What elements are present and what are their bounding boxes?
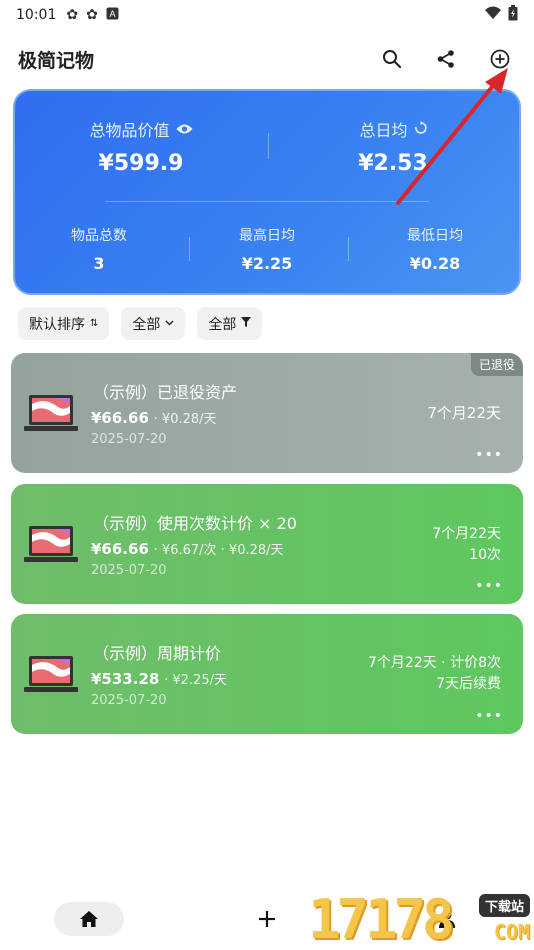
laptop-icon	[24, 395, 78, 431]
divider	[348, 237, 349, 261]
item-card[interactable]: （示例）周期计价 ¥533.28 · ¥2.25/天 2025-07-20 7个…	[11, 614, 523, 734]
app-bar: 极简记物	[0, 36, 534, 82]
filter-bar: 默认排序 ⇅ 全部 全部	[18, 307, 263, 340]
filter-chip-label: 全部	[208, 316, 237, 333]
item-price-value: ¥533.28	[91, 670, 160, 688]
retired-badge: 已退役	[470, 353, 523, 376]
daily-avg-label: 总日均	[359, 121, 408, 140]
status-bar: 10:01 ✿ ✿ A	[0, 0, 534, 30]
item-price-value: ¥66.66	[91, 409, 149, 427]
sort-chip-label: 默认排序	[29, 316, 85, 333]
app-title: 极简记物	[18, 49, 95, 72]
total-value-label: 总物品价值	[89, 121, 170, 140]
daily-avg-value: ¥2.53	[358, 151, 428, 176]
daily-avg-cell: 总日均 ¥2.53	[267, 91, 519, 201]
more-options-button[interactable]: •••	[475, 708, 503, 724]
count-cell: 物品总数 3	[15, 209, 183, 289]
item-card[interactable]: （示例）使用次数计价 × 20 ¥66.66 · ¥6.67/次 · ¥0.28…	[11, 484, 523, 604]
battery-icon	[508, 5, 518, 25]
search-button[interactable]	[376, 43, 408, 75]
item-duration: 7个月22天 10次	[432, 524, 501, 566]
divider	[268, 133, 269, 159]
home-icon	[80, 911, 98, 927]
item-duration-line: 7个月22天 · 计价8次	[368, 655, 501, 671]
item-price-sub: · ¥6.67/次 · ¥0.28/天	[153, 543, 284, 558]
status-time: 10:01	[16, 7, 57, 23]
item-price: ¥66.66 · ¥0.28/天	[91, 408, 217, 427]
summary-card: 总物品价值 ¥599.9 总日均 ¥2.53 物品总数 3 最高日均 ¥2.25…	[13, 89, 521, 295]
max-daily-cell: 最高日均 ¥2.25	[183, 209, 351, 289]
item-price: ¥66.66 · ¥6.67/次 · ¥0.28/天	[91, 539, 284, 558]
notification-a-icon: A	[106, 7, 119, 24]
item-price-sub: · ¥2.25/天	[164, 673, 227, 688]
min-daily-label: 最低日均	[407, 228, 463, 244]
max-daily-label: 最高日均	[239, 228, 295, 244]
svg-text:A: A	[109, 9, 115, 19]
laptop-icon	[24, 526, 78, 562]
item-date: 2025-07-20	[91, 432, 167, 447]
nav-add[interactable]	[252, 904, 282, 934]
divider	[189, 237, 190, 261]
filter-icon	[241, 317, 252, 330]
total-value-cell: 总物品价值 ¥599.9	[15, 91, 267, 201]
item-price-value: ¥66.66	[91, 540, 149, 558]
category-chip[interactable]: 全部	[121, 307, 186, 340]
refresh-icon[interactable]	[414, 120, 427, 139]
more-options-button[interactable]: •••	[475, 447, 503, 463]
add-circle-icon	[490, 49, 510, 69]
item-date: 2025-07-20	[91, 693, 167, 708]
count-value: 3	[93, 254, 105, 273]
category-chip-label: 全部	[132, 316, 161, 333]
watermark-logo: 17178 下载站 COM	[308, 888, 534, 950]
more-options-button[interactable]: •••	[475, 578, 503, 594]
item-name: （示例）使用次数计价 × 20	[93, 514, 297, 533]
item-duration: 7个月22天	[427, 403, 501, 424]
plus-icon	[259, 911, 275, 927]
sync-icon: ✿	[86, 7, 98, 23]
nav-home[interactable]	[54, 902, 124, 936]
wifi-icon	[484, 6, 502, 24]
laptop-icon	[24, 656, 78, 692]
item-duration-line: 7个月22天	[427, 404, 501, 422]
item-renewal-info: 7天后续费	[436, 676, 501, 692]
item-name: （示例）已退役资产	[93, 383, 238, 402]
sync-icon: ✿	[66, 7, 79, 23]
min-daily-cell: 最低日均 ¥0.28	[351, 209, 519, 289]
watermark-number: 17178	[308, 888, 455, 950]
chevron-down-icon	[165, 318, 174, 329]
item-name: （示例）周期计价	[93, 644, 222, 663]
max-daily-value: ¥2.25	[241, 254, 293, 273]
item-card[interactable]: （示例）已退役资产 ¥66.66 · ¥0.28/天 2025-07-20 7个…	[11, 353, 523, 473]
filter-chip[interactable]: 全部	[197, 307, 263, 340]
item-price-sub: · ¥0.28/天	[153, 412, 217, 427]
sort-icon: ⇅	[90, 318, 99, 329]
item-price: ¥533.28 · ¥2.25/天	[91, 669, 227, 688]
divider	[105, 201, 429, 202]
share-icon	[437, 50, 454, 68]
min-daily-value: ¥0.28	[409, 254, 461, 273]
add-item-button[interactable]	[484, 43, 516, 75]
total-value: ¥599.9	[98, 151, 184, 176]
watermark-tag: 下载站	[478, 894, 530, 917]
item-duration-line: 7个月22天	[432, 526, 501, 542]
eye-icon[interactable]	[176, 120, 193, 139]
share-button[interactable]	[430, 43, 462, 75]
item-duration: 7个月22天 · 计价8次 7天后续费	[368, 653, 501, 695]
item-usage-count: 10次	[469, 547, 501, 563]
search-icon	[383, 50, 402, 69]
sort-chip[interactable]: 默认排序 ⇅	[18, 307, 110, 340]
watermark-domain: COM	[493, 920, 530, 944]
count-label: 物品总数	[71, 228, 127, 244]
item-date: 2025-07-20	[91, 563, 167, 578]
